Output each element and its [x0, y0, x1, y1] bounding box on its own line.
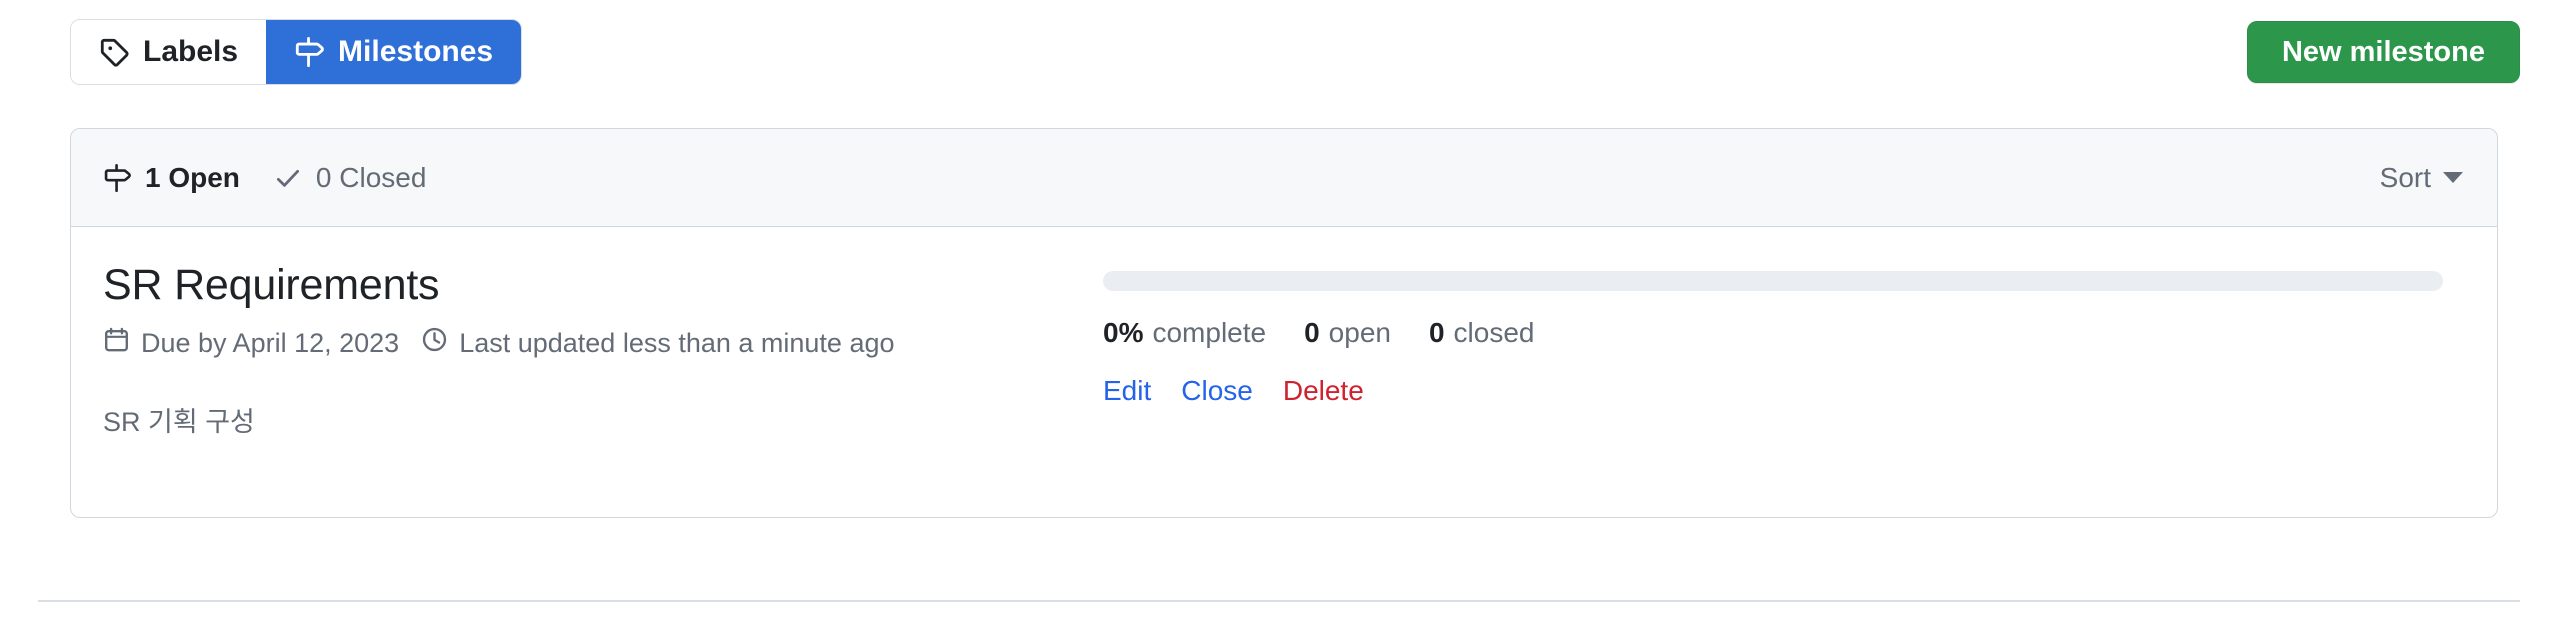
sort-dropdown[interactable]: Sort [2380, 162, 2463, 194]
new-milestone-button[interactable]: New milestone [2246, 21, 2520, 83]
milestone-due-date: Due by April 12, 2023 [103, 326, 399, 360]
edit-milestone-link[interactable]: Edit [1103, 375, 1151, 407]
closed-issues-value: 0 [1428, 317, 1445, 348]
tab-milestones-label: Milestones [338, 35, 494, 68]
closed-count-label: 0 Closed [315, 161, 427, 193]
footer-divider [38, 600, 2520, 602]
milestone-meta: Due by April 12, 2023 Last updated less … [103, 326, 1103, 360]
milestone-icon [294, 37, 324, 67]
tab-milestones[interactable]: Milestones [266, 20, 522, 84]
milestones-panel-header: 1 Open 0 Closed Sort [71, 129, 2497, 227]
stat-open-issues[interactable]: 0 open [1304, 317, 1391, 349]
filter-closed-milestones[interactable]: 0 Closed [274, 161, 427, 194]
open-count-label: 1 Open [145, 161, 240, 193]
milestone-actions: Edit Close Delete [1103, 375, 2443, 407]
milestones-panel: 1 Open 0 Closed Sort SR Requirements Due… [70, 128, 2498, 518]
milestone-due-label: Due by April 12, 2023 [141, 327, 400, 358]
milestone-title[interactable]: SR Requirements [103, 261, 1103, 310]
close-milestone-link[interactable]: Close [1181, 375, 1253, 407]
clock-icon [421, 326, 448, 360]
filter-open-milestones[interactable]: 1 Open [103, 162, 240, 194]
calendar-icon [103, 326, 130, 360]
milestone-description: SR 기획 구성 [103, 407, 255, 438]
milestone-state-filters: 1 Open 0 Closed [103, 162, 426, 194]
milestone-list-item: SR Requirements Due by April 12, 2023 La… [71, 227, 2497, 517]
percent-complete-label: complete [1152, 317, 1267, 348]
open-issues-value: 0 [1304, 317, 1320, 348]
chevron-down-icon [2443, 172, 2463, 183]
milestone-stats: 0% complete 0 open 0 closed [1103, 317, 2443, 349]
milestone-last-updated: Last updated less than a minute ago [421, 326, 895, 360]
open-issues-label: open [1328, 317, 1391, 348]
milestone-info: SR Requirements Due by April 12, 2023 La… [103, 261, 1103, 471]
stat-percent-complete: 0% complete [1103, 317, 1266, 349]
tag-icon [99, 37, 129, 67]
percent-complete-value: 0% [1103, 317, 1144, 348]
milestone-updated-label: Last updated less than a minute ago [459, 327, 895, 358]
page-toolbar: Labels Milestones New milestone [70, 18, 2520, 86]
tab-labels-label: Labels [143, 35, 239, 68]
milestones-page: Labels Milestones New milestone 1 Open 0… [0, 0, 2556, 636]
stat-closed-issues[interactable]: 0 closed [1429, 317, 1535, 349]
tab-labels[interactable]: Labels [71, 20, 267, 84]
milestone-progress-bar [1103, 271, 2443, 291]
delete-milestone-link[interactable]: Delete [1283, 375, 1364, 407]
labels-milestones-tab-group: Labels Milestones [70, 19, 523, 85]
closed-issues-label: closed [1453, 317, 1535, 348]
milestone-icon [103, 163, 131, 192]
check-icon [274, 164, 302, 192]
new-milestone-label: New milestone [2281, 35, 2485, 68]
milestone-progress-panel: 0% complete 0 open 0 closed Edit Close D… [1103, 261, 2473, 471]
sort-label: Sort [2379, 161, 2431, 193]
